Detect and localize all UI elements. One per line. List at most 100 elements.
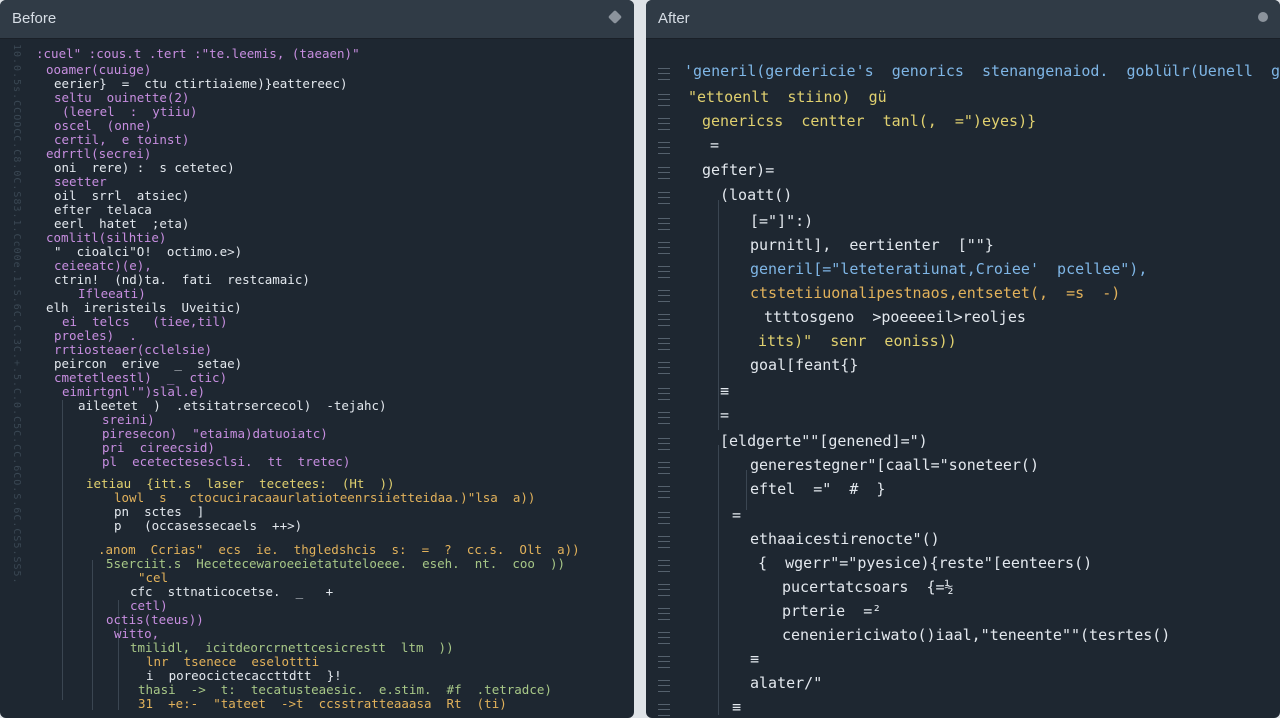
fold-marker-icon[interactable] [658, 560, 670, 572]
before-code-line: Ifleeati) [78, 286, 146, 301]
after-code-line: [eldgerte""[genened]=") [720, 432, 928, 450]
fold-marker-icon[interactable] [658, 118, 670, 130]
before-code-line: " cioalci"O! octimo.e>) [54, 244, 243, 259]
before-code-line: 5serciit.s Hecetecewaroeeietatuteloeee. … [106, 556, 566, 571]
after-code-line: { wgerr"="pyesice){reste"[eenteers() [758, 554, 1093, 572]
before-code-line: seetter [54, 174, 107, 189]
before-code-line: ietiau {itt.s laser tecetees: (Ht )) [86, 476, 395, 491]
after-code-line: 'generil(gerdericie's genorics stenangen… [684, 62, 1280, 80]
after-code-line: purnitl], eertienter [""} [750, 236, 994, 254]
after-code-line: ctstetiiuonalipestnaos,entsetet(, =s -) [750, 284, 1121, 302]
fold-marker-icon[interactable] [658, 388, 670, 400]
fold-marker-icon[interactable] [658, 266, 670, 278]
fold-marker-icon[interactable] [658, 94, 670, 106]
fold-marker-icon[interactable] [658, 462, 670, 474]
after-code-line: eftel =" # } [750, 480, 886, 498]
before-code-line: witto, [114, 626, 160, 641]
before-pane-header: Before [0, 0, 634, 39]
circle-icon[interactable] [1258, 12, 1268, 22]
fold-marker-icon[interactable] [658, 192, 670, 204]
fold-marker-icon[interactable] [658, 167, 670, 179]
before-pane: Before 10.0.5s.CCOOCC.C8.0C.S83.1.Cc00e.… [0, 0, 634, 718]
after-code-line: goal[feant{} [750, 356, 859, 374]
before-code-line: lowl s ctocuciracaaurlatioteenrsiietteid… [114, 490, 536, 505]
fold-marker-icon[interactable] [658, 438, 670, 450]
after-pane-title: After [658, 10, 690, 27]
after-code-line: genericss centter tanl(, =")eyes)} [702, 112, 1037, 130]
after-code-line: ≡ [750, 650, 760, 668]
before-code-line: eerl hatet ;eta) [54, 216, 190, 231]
fold-marker-icon[interactable] [658, 338, 670, 350]
after-code-area[interactable]: 'generil(gerdericie's genorics stenangen… [646, 40, 1280, 718]
after-code-line: alater/" [750, 674, 823, 692]
after-code-line: prterie =² [782, 602, 882, 620]
before-code-line: edrrtl(secrei) [46, 146, 152, 161]
diamond-icon[interactable] [607, 9, 623, 25]
before-code-line: tmilidl, icitdeorcrnettcesicrestt ltm )) [130, 640, 454, 655]
fold-marker-icon[interactable] [658, 680, 670, 692]
before-code-line: peircon erive _ setae) [54, 356, 243, 371]
before-code-line: :cuel" :cous.t .tert :"te.leemis, (taeae… [36, 46, 360, 61]
before-code-line: efter telaca [54, 202, 152, 217]
before-code-line: cfc sttnaticocetse. _ + [130, 584, 334, 599]
fold-marker-icon[interactable] [658, 632, 670, 644]
after-code-line: ethaaicestirenocte"() [750, 530, 940, 548]
before-code-line: ctrin! (nd)ta. fati restcamaic) [54, 272, 310, 287]
fold-marker-icon[interactable] [658, 142, 670, 154]
before-code-line: p (occasessecaels ++>) [114, 518, 303, 533]
before-code-line: oil srrl atsiec) [54, 188, 190, 203]
after-code-line: generestegner"[caall="soneteer() [750, 456, 1039, 474]
after-code-line: = [710, 136, 720, 154]
before-code-line: lnr tsenece eselottti [146, 654, 320, 669]
before-code-line: pri cireecsid) [102, 440, 215, 455]
before-code-line: pl ecetectesesclsi. tt tretec) [102, 454, 351, 469]
fold-marker-icon[interactable] [658, 608, 670, 620]
before-code-area[interactable]: :cuel" :cous.t .tert :"te.leemis, (taeae… [0, 40, 634, 718]
fold-marker-icon[interactable] [658, 314, 670, 326]
before-code-line: seltu ouinette(2) [54, 90, 190, 105]
after-code-line: "ettoenlt stiino) gü [688, 88, 887, 106]
before-code-line: thasi -> t: tecatusteaesic. e.stim. #f .… [138, 682, 552, 697]
after-code-line: gefter)= [702, 161, 775, 179]
before-code-line: 31 +e:- "tateet ->t ccsstratteaaasa Rt (… [138, 696, 507, 711]
fold-marker-icon[interactable] [658, 68, 670, 80]
fold-marker-icon[interactable] [658, 290, 670, 302]
before-code-line: comlitl(silhtie) [46, 230, 167, 245]
before-code-line: aileetet ) .etsitatrsercecol) -tejahc) [78, 398, 387, 413]
fold-marker-icon[interactable] [658, 486, 670, 498]
before-code-line: oni rere) : s cetetec) [54, 160, 235, 175]
before-code-line: (leerel : ytiiu) [62, 104, 198, 119]
fold-marker-icon[interactable] [658, 536, 670, 548]
after-code-line: [="]":) [750, 212, 814, 230]
fold-marker-icon[interactable] [658, 512, 670, 524]
before-code-line: piresecon) "etaima)datuoiatc) [102, 426, 328, 441]
fold-marker-icon[interactable] [658, 242, 670, 254]
fold-marker-icon[interactable] [658, 704, 670, 716]
before-code-line: i poreocictecaccttdtt }! [146, 668, 342, 683]
fold-marker-icon[interactable] [658, 218, 670, 230]
fold-marker-icon[interactable] [658, 584, 670, 596]
after-pane-header: After [646, 0, 1280, 39]
before-code-line: cetl) [130, 598, 168, 613]
fold-marker-icon[interactable] [658, 362, 670, 374]
before-code-line: eimirtgnl'")slal.e) [62, 384, 205, 399]
before-code-line: octis(teeus)) [106, 612, 204, 627]
before-pane-title: Before [12, 10, 57, 27]
before-code-line: ceieeatc)(e), [54, 258, 152, 273]
before-code-line: ooamer(cuuige) [46, 62, 152, 77]
fold-marker-icon[interactable] [658, 656, 670, 668]
before-code-line: "cel [138, 570, 169, 585]
fold-marker-icon[interactable] [658, 412, 670, 424]
after-code-line: ≡ [732, 698, 742, 716]
after-code-line: ≡ [720, 382, 730, 400]
after-code-line: (loatt() [720, 186, 793, 204]
before-code-line: eerier} = ctu ctirtiaieme)}eattereec) [54, 76, 348, 91]
before-code-line: rrtiosteaer(cclelsie) [54, 342, 213, 357]
after-code-line: ttttosgeno >poeeeeil>reoljes [764, 308, 1026, 326]
after-code-line: = [732, 506, 742, 524]
before-code-line: .anom Ccrias" ecs ie. thgledshcis s: = ?… [98, 542, 580, 557]
after-code-line: ceneniericiwato()iaal,"teneente""(tesrte… [782, 626, 1171, 644]
before-code-line: proeles) . [54, 328, 137, 343]
before-code-line: certil, e toinst) [54, 132, 190, 147]
before-code-line: pn sctes ] [114, 504, 205, 519]
